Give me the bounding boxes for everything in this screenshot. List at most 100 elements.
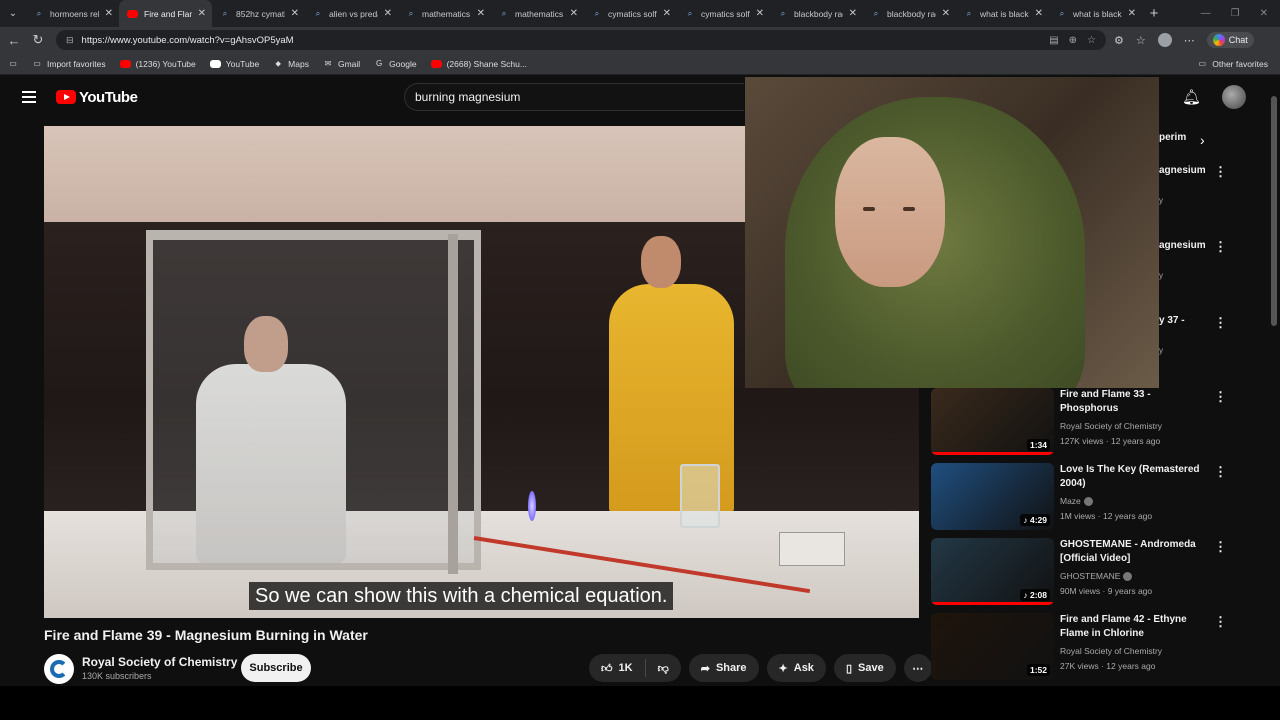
tab-close-icon[interactable]: ✕ bbox=[105, 8, 113, 19]
peek-title-2[interactable]: agnesium bbox=[1159, 240, 1206, 251]
browser-tab[interactable]: ⌕ mathematics o ✕ bbox=[491, 0, 584, 27]
account-avatar[interactable] bbox=[1222, 85, 1246, 109]
tab-close-icon[interactable]: ✕ bbox=[291, 8, 299, 19]
reload-icon[interactable]: ↻ bbox=[26, 32, 50, 48]
restore-icon[interactable]: ❐ bbox=[1231, 8, 1240, 19]
recommended-title[interactable]: Fire and Flame 42 - Ethyne Flame in Chlo… bbox=[1060, 613, 1205, 641]
channel-avatar[interactable] bbox=[44, 654, 74, 684]
tab-close-icon[interactable]: ✕ bbox=[849, 8, 857, 19]
tab-close-icon[interactable]: ✕ bbox=[756, 8, 764, 19]
tab-close-icon[interactable]: ✕ bbox=[570, 8, 578, 19]
recommended-video[interactable]: ♪ 2:08 GHOSTEMANE - Andromeda [Official V… bbox=[931, 538, 1227, 608]
tab-close-icon[interactable]: ✕ bbox=[942, 8, 950, 19]
browser-tab[interactable]: ⌕ cymatics solfe ✕ bbox=[584, 0, 677, 27]
zoom-icon[interactable]: ⊕ bbox=[1069, 35, 1077, 46]
hamburger-menu-icon[interactable] bbox=[22, 91, 36, 103]
extensions-icon[interactable]: ⚙ bbox=[1114, 34, 1124, 47]
tab-close-icon[interactable]: ✕ bbox=[384, 8, 392, 19]
more-actions-button[interactable]: ⋯ bbox=[903, 654, 932, 682]
tab-search-chevron-icon[interactable]: ⌄ bbox=[0, 0, 26, 27]
browser-tab[interactable]: ⌕ alien vs predat ✕ bbox=[305, 0, 398, 27]
bookmark-link[interactable]: YouTube bbox=[209, 58, 260, 69]
address-bar-row: ← ↻ ⊟ https://www.youtube.com/watch?v=gA… bbox=[0, 27, 1280, 53]
favorite-star-icon[interactable]: ☆ bbox=[1087, 35, 1096, 46]
bookmark-link[interactable]: ✉ Gmail bbox=[323, 59, 361, 69]
recommended-video[interactable]: 1:34 Fire and Flame 33 - Phosphorus Royal … bbox=[931, 388, 1227, 458]
browser-tab[interactable]: ⌕ hormoens relat ✕ bbox=[26, 0, 119, 27]
search-input[interactable]: burning magnesium bbox=[404, 83, 744, 111]
bookmark-link[interactable]: G Google bbox=[374, 59, 417, 69]
browser-tab[interactable]: ⌕ cymatics solfe ✕ bbox=[677, 0, 770, 27]
more-options-icon[interactable]: ⋮ bbox=[1214, 390, 1227, 404]
peek-title-3[interactable]: y 37 - bbox=[1159, 315, 1185, 326]
notifications-bell-icon[interactable]: 🔔︎ bbox=[1182, 88, 1201, 106]
close-window-icon[interactable]: ✕ bbox=[1260, 8, 1268, 19]
bookmark-link[interactable]: (2668) Shane Schu... bbox=[430, 59, 527, 69]
scrollbar-thumb[interactable] bbox=[1271, 96, 1277, 326]
minimize-icon[interactable]: — bbox=[1201, 8, 1211, 19]
more-options-icon[interactable]: ⋮ bbox=[1214, 240, 1227, 254]
tab-close-icon[interactable]: ✕ bbox=[663, 8, 671, 19]
youtube-logo[interactable]: YouTube bbox=[56, 89, 138, 106]
more-options-icon[interactable]: ⋮ bbox=[1214, 165, 1227, 179]
reader-mode-icon[interactable]: ▤ bbox=[1049, 35, 1058, 46]
url-field[interactable]: ⊟ https://www.youtube.com/watch?v=gAhsvO… bbox=[56, 30, 1106, 50]
more-options-icon[interactable]: ⋮ bbox=[1214, 615, 1227, 629]
bookmark-link[interactable]: ▭ Import favorites bbox=[32, 59, 105, 69]
recommended-channel[interactable]: Royal Society of Chemistry bbox=[1060, 646, 1162, 656]
site-info-icon[interactable]: ⊟ bbox=[66, 35, 74, 46]
more-options-icon[interactable]: ⋮ bbox=[1214, 465, 1227, 479]
tab-title: what is black b bbox=[1073, 8, 1122, 19]
video-thumbnail[interactable]: ♪ 4:29 bbox=[931, 463, 1054, 530]
recommended-video[interactable]: ♪ 4:29 Love Is The Key (Remastered 2004) M… bbox=[931, 463, 1227, 533]
search-value: burning magnesium bbox=[415, 90, 521, 104]
tab-close-icon[interactable]: ✕ bbox=[198, 8, 206, 19]
recommended-title[interactable]: GHOSTEMANE - Andromeda [Official Video] bbox=[1060, 538, 1205, 566]
share-button[interactable]: ➦ Share bbox=[688, 654, 759, 682]
bookmark-link[interactable]: (1236) YouTube bbox=[119, 58, 196, 69]
bookmarks-menu-icon[interactable]: ▭ bbox=[8, 59, 18, 69]
recommended-title[interactable]: Fire and Flame 33 - Phosphorus bbox=[1060, 388, 1205, 416]
chip-peek-label[interactable]: perim bbox=[1159, 132, 1186, 143]
dislike-icon[interactable]: 👎︎ bbox=[658, 662, 669, 675]
peek-title-1[interactable]: agnesium bbox=[1159, 165, 1206, 176]
recommended-channel[interactable]: Maze bbox=[1060, 496, 1093, 507]
browser-tab[interactable]: ⌕ 852hz cymatic ✕ bbox=[212, 0, 305, 27]
tab-close-icon[interactable]: ✕ bbox=[1035, 8, 1043, 19]
browser-tab[interactable]: Fire and Flame ✕ bbox=[119, 0, 212, 27]
recommended-channel[interactable]: Royal Society of Chemistry bbox=[1060, 421, 1162, 431]
browser-tab[interactable]: ⌕ what is black b ✕ bbox=[956, 0, 1049, 27]
video-thumbnail[interactable]: 1:52 bbox=[931, 613, 1054, 680]
new-tab-button[interactable]: + bbox=[1142, 5, 1166, 22]
bookmark-link[interactable]: ⬥ Maps bbox=[273, 59, 309, 69]
recommended-video[interactable]: 1:52 Fire and Flame 42 - Ethyne Flame in … bbox=[931, 613, 1227, 683]
save-button[interactable]: ▯ Save bbox=[833, 654, 896, 682]
page-scrollbar[interactable] bbox=[1268, 76, 1280, 686]
video-thumbnail[interactable]: ♪ 2:08 bbox=[931, 538, 1054, 605]
browser-tab[interactable]: ⌕ blackbody radi ✕ bbox=[863, 0, 956, 27]
favorites-icon[interactable]: ☆ bbox=[1136, 34, 1146, 47]
tab-close-icon[interactable]: ✕ bbox=[477, 8, 485, 19]
recommended-title[interactable]: Love Is The Key (Remastered 2004) bbox=[1060, 463, 1205, 491]
chips-next-chevron-icon[interactable]: › bbox=[1200, 132, 1205, 148]
channel-name[interactable]: Royal Society of Chemistry bbox=[82, 655, 237, 669]
more-options-icon[interactable]: ⋮ bbox=[1214, 316, 1227, 330]
video-thumbnail[interactable]: 1:34 bbox=[931, 388, 1054, 455]
like-count[interactable]: 1K bbox=[619, 662, 633, 674]
ask-button[interactable]: ✦ Ask bbox=[766, 654, 826, 682]
browser-tab[interactable]: ⌕ mathematics o ✕ bbox=[398, 0, 491, 27]
like-icon[interactable]: 👍︎ bbox=[601, 662, 613, 675]
other-favorites-link[interactable]: ▭ Other favorites bbox=[1197, 59, 1280, 69]
profile-avatar[interactable] bbox=[1157, 33, 1172, 47]
subscribe-button[interactable]: Subscribe bbox=[241, 654, 311, 682]
bookmark-label: YouTube bbox=[225, 58, 260, 69]
more-options-icon[interactable]: ⋮ bbox=[1214, 540, 1227, 554]
bookmark-label: (1236) YouTube bbox=[135, 58, 196, 69]
tab-close-icon[interactable]: ✕ bbox=[1128, 8, 1136, 19]
browser-tab[interactable]: ⌕ what is black b ✕ bbox=[1049, 0, 1142, 27]
more-menu-icon[interactable]: ⋯ bbox=[1184, 34, 1195, 47]
back-arrow-icon[interactable]: ← bbox=[2, 33, 26, 48]
recommended-channel[interactable]: GHOSTEMANE bbox=[1060, 571, 1133, 582]
browser-tab[interactable]: ⌕ blackbody radi ✕ bbox=[770, 0, 863, 27]
copilot-chat-button[interactable]: Chat bbox=[1206, 32, 1254, 48]
